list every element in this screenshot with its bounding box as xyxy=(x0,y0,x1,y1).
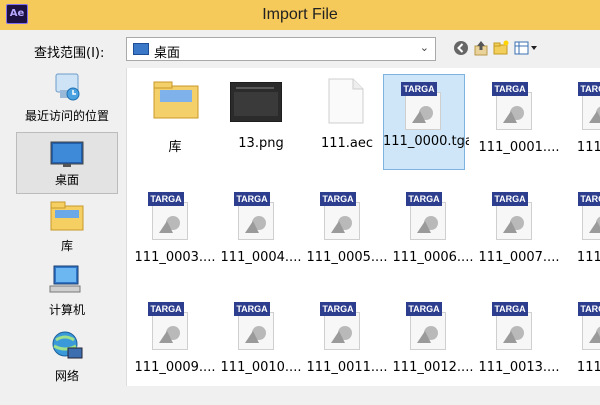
look-in-dropdown[interactable]: 桌面 ⌄ xyxy=(126,37,436,61)
targa-badge: TARGA xyxy=(234,192,270,206)
place-recent[interactable]: 最近访问的位置 xyxy=(16,70,118,124)
import-file-dialog: Ae Import File 查找范围(I): 桌面 ⌄ 最近访问的位置 桌面 … xyxy=(0,0,600,405)
place-label: 库 xyxy=(60,239,73,253)
place-library[interactable]: 库 xyxy=(16,198,118,254)
file-name: 111_0000.tga xyxy=(383,134,469,149)
desktop-icon xyxy=(50,141,84,167)
place-network[interactable]: 网络 xyxy=(16,328,118,384)
desktop-folder-icon xyxy=(133,43,149,55)
place-label: 最近访问的位置 xyxy=(24,109,109,123)
targa-badge: TARGA xyxy=(148,192,184,206)
targa-badge: TARGA xyxy=(320,192,356,206)
look-in-label: 查找范围(I): xyxy=(34,46,105,61)
place-label: 桌面 xyxy=(54,173,79,187)
file-name: 111_0007.... xyxy=(478,250,560,265)
file-name: 111_0009.... xyxy=(134,360,216,375)
targa-badge: TARGA xyxy=(578,82,600,96)
targa-badge: TARGA xyxy=(578,192,600,206)
targa-badge: TARGA xyxy=(492,192,528,206)
targa-file-icon: TARGA xyxy=(406,302,450,352)
up-folder-icon[interactable] xyxy=(472,40,490,58)
file-name: 111_001 xyxy=(576,360,600,375)
place-label: 计算机 xyxy=(48,303,85,317)
place-computer[interactable]: 计算机 xyxy=(16,262,118,318)
file-name: 111_0005.... xyxy=(306,250,388,265)
targa-badge: TARGA xyxy=(401,82,437,96)
targa-file-icon: TARGA xyxy=(492,82,536,132)
targa-badge: TARGA xyxy=(320,302,356,316)
chevron-down-icon: ⌄ xyxy=(419,41,429,54)
targa-badge: TARGA xyxy=(406,192,442,206)
targa-file-icon: TARGA xyxy=(578,302,600,352)
file-name: 111_0006.... xyxy=(392,250,474,265)
file-name: 111_0010.... xyxy=(220,360,302,375)
targa-file-icon: TARGA xyxy=(578,82,600,132)
recent-places-icon xyxy=(55,73,80,101)
targa-badge: TARGA xyxy=(148,302,184,316)
targa-file-icon: TARGA xyxy=(492,192,536,242)
file-name: 111_0012.... xyxy=(392,360,474,375)
targa-badge: TARGA xyxy=(406,302,442,316)
targa-badge: TARGA xyxy=(492,302,528,316)
title-bar[interactable]: Ae Import File xyxy=(0,0,600,30)
file-name: 111_000 xyxy=(576,250,600,265)
file-name: 库 xyxy=(168,140,182,155)
targa-file-icon: TARGA xyxy=(320,302,364,352)
library-folder-icon xyxy=(153,81,199,119)
look-in-value: 桌面 xyxy=(154,46,181,61)
places-bar: 最近访问的位置 桌面 库 计算机 网络 xyxy=(16,68,120,405)
place-desktop[interactable]: 桌面 xyxy=(16,132,118,194)
view-menu-icon[interactable] xyxy=(514,40,540,58)
targa-file-icon: TARGA xyxy=(492,302,536,352)
png-thumbnail-icon xyxy=(230,82,282,122)
file-name: 111_0001.... xyxy=(478,140,560,155)
place-label: 网络 xyxy=(54,369,79,383)
window-title: Import File xyxy=(262,6,338,23)
targa-file-icon: TARGA xyxy=(148,302,192,352)
file-name: 111_0013.... xyxy=(478,360,560,375)
targa-file-icon: TARGA xyxy=(578,192,600,242)
file-name: 111_0003.... xyxy=(134,250,216,265)
targa-file-icon: TARGA xyxy=(234,302,278,352)
targa-file-icon: TARGA xyxy=(406,192,450,242)
new-folder-icon[interactable] xyxy=(492,40,510,58)
file-name: 111.aec xyxy=(320,136,374,151)
generic-file-icon xyxy=(328,78,364,124)
targa-file-icon: TARGA xyxy=(234,192,278,242)
targa-file-icon: TARGA xyxy=(401,82,445,132)
file-name: 13.png xyxy=(238,136,284,151)
computer-icon xyxy=(49,265,81,293)
targa-badge: TARGA xyxy=(234,302,270,316)
file-name: 111_0004.... xyxy=(220,250,302,265)
library-icon xyxy=(50,201,84,231)
targa-file-icon: TARGA xyxy=(320,192,364,242)
targa-badge: TARGA xyxy=(492,82,528,96)
network-icon xyxy=(52,331,83,359)
file-name: 111_000 xyxy=(576,140,600,155)
targa-file-icon: TARGA xyxy=(148,192,192,242)
file-name: 111_0011.... xyxy=(306,360,388,375)
targa-badge: TARGA xyxy=(578,302,600,316)
back-icon[interactable] xyxy=(452,40,470,58)
file-list[interactable]: 库 13.png 111.aec TARGA 111_0000.tga TARG… xyxy=(126,68,600,386)
